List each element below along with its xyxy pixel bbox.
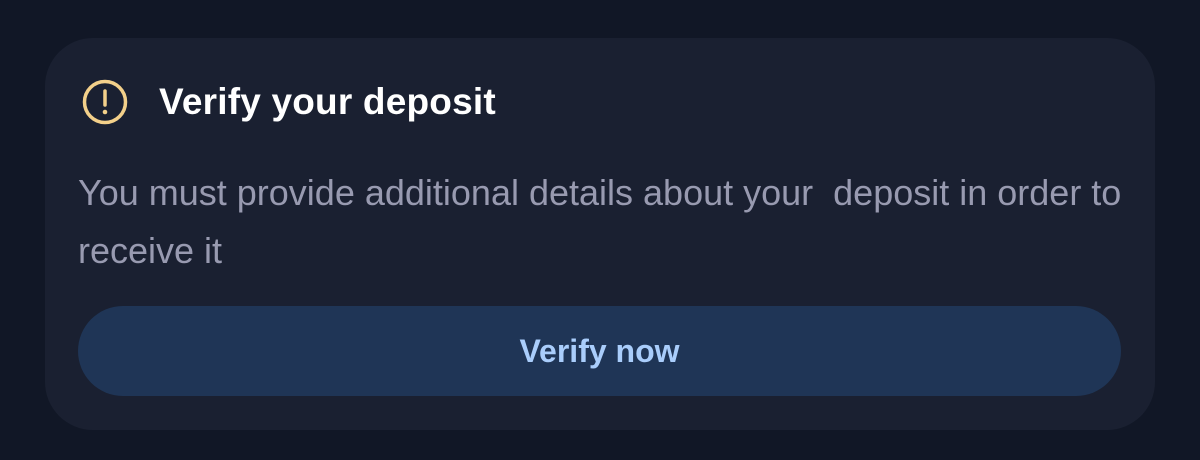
- verify-deposit-card: Verify your deposit You must provide add…: [45, 38, 1155, 430]
- card-message: You must provide additional details abou…: [78, 172, 1132, 271]
- warning-circle-icon: [82, 79, 128, 125]
- card-title: Verify your deposit: [159, 81, 496, 122]
- card-header: Verify your deposit: [81, 78, 496, 126]
- verify-now-button[interactable]: Verify now: [78, 306, 1121, 396]
